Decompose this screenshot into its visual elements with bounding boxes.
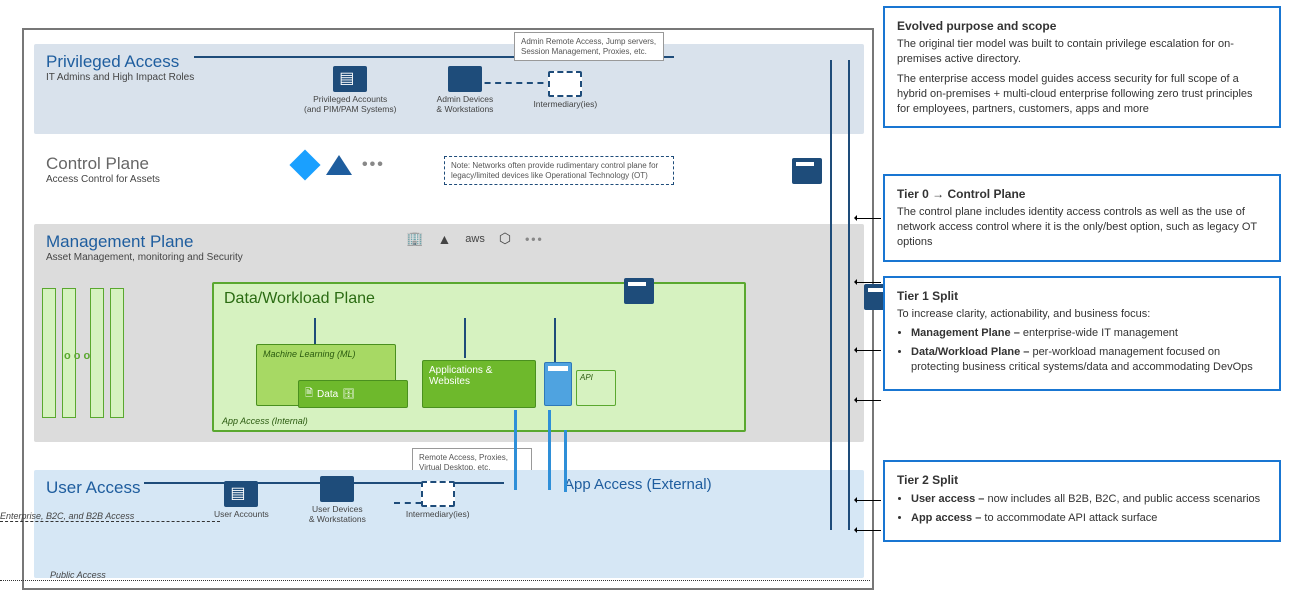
database-icon: 🗄 bbox=[342, 389, 355, 400]
public-access-line bbox=[0, 580, 870, 581]
app-window-icon bbox=[544, 362, 572, 406]
monitor-icon bbox=[448, 66, 482, 92]
enterprise-access-label: Enterprise, B2C, and B2B Access bbox=[0, 511, 134, 521]
interface-box-workload bbox=[624, 278, 654, 304]
window-icon bbox=[548, 71, 582, 97]
workload-title: Data/Workload Plane bbox=[224, 290, 734, 308]
account-card-icon bbox=[224, 481, 258, 507]
enterprise-access-line bbox=[0, 521, 220, 522]
management-provider-icons: 🏢 ▲ aws ⬡ ••• bbox=[406, 230, 544, 247]
building-icon: 🏢 bbox=[406, 230, 423, 247]
account-card-icon bbox=[333, 66, 367, 92]
data-workload-plane: Data/Workload Plane Machine Learning (ML… bbox=[212, 282, 746, 432]
list-item: User access – now includes all B2B, B2C,… bbox=[911, 492, 1267, 507]
annotation-arrow bbox=[857, 282, 881, 283]
file-icon: 🗎 bbox=[305, 386, 313, 403]
user-accounts-icon: User Accounts bbox=[214, 481, 269, 520]
list-item: App access – to accommodate API attack s… bbox=[911, 511, 1267, 526]
annotation-tier0: Tier 0 → Control Plane The control plane… bbox=[883, 174, 1281, 262]
control-note: Note: Networks often provide rudimentary… bbox=[444, 156, 674, 185]
user-devices-icon: User Devices & Workstations bbox=[309, 476, 366, 525]
control-plane-icons: ••• bbox=[294, 154, 385, 176]
annotation-tier2: Tier 2 Split User access – now includes … bbox=[883, 460, 1281, 542]
polygon-icon: ⬡ bbox=[499, 230, 511, 247]
monitor-icon bbox=[320, 476, 354, 502]
window-icon bbox=[421, 481, 455, 507]
api-box: API bbox=[576, 370, 616, 406]
azure-icon: ▲ bbox=[437, 231, 451, 247]
list-item: Management Plane – enterprise-wide IT ma… bbox=[911, 326, 1267, 341]
diamond-icon bbox=[289, 149, 320, 180]
more-icon: ••• bbox=[525, 232, 544, 246]
annotation-arrow bbox=[857, 218, 881, 219]
user-access-plane: User Access User Accounts User Devices &… bbox=[34, 470, 864, 578]
public-access-label: Public Access bbox=[50, 570, 106, 580]
privileged-access-plane: Privileged Access IT Admins and High Imp… bbox=[34, 44, 864, 134]
admin-devices-icon: Admin Devices & Workstations bbox=[436, 66, 493, 115]
annotation-arrow bbox=[857, 500, 881, 501]
data-box: 🗎 Data 🗄 bbox=[298, 380, 408, 408]
user-intermediary-icon: Intermediary(ies) bbox=[406, 481, 470, 520]
applications-box: Applications & Websites bbox=[422, 360, 536, 408]
aws-icon: aws bbox=[465, 233, 485, 245]
annotation-arrow bbox=[857, 400, 881, 401]
more-workloads-icon: ooo bbox=[64, 350, 93, 362]
annotation-tier1: Tier 1 Split To increase clarity, action… bbox=[883, 276, 1281, 391]
annotation-arrow bbox=[857, 350, 881, 351]
intermediary-icon: Intermediary(ies) bbox=[533, 71, 597, 110]
management-plane: Management Plane Asset Management, monit… bbox=[34, 224, 864, 442]
list-item: Data/Workload Plane – per-workload manag… bbox=[911, 345, 1267, 375]
privileged-callout: Admin Remote Access, Jump servers, Sessi… bbox=[514, 32, 664, 61]
enterprise-access-diagram: Privileged Access IT Admins and High Imp… bbox=[22, 28, 874, 590]
pyramid-icon bbox=[326, 155, 352, 175]
app-access-external-label: App Access (External) bbox=[564, 476, 712, 493]
more-icon: ••• bbox=[362, 156, 385, 174]
mgmt-subtitle: Asset Management, monitoring and Securit… bbox=[46, 252, 852, 263]
app-access-internal-label: App Access (Internal) bbox=[222, 416, 308, 426]
annotation-evolved-scope: Evolved purpose and scope The original t… bbox=[883, 6, 1281, 128]
interface-box-control bbox=[792, 158, 822, 184]
annotation-arrow bbox=[857, 530, 881, 531]
privileged-accounts-icon: Privileged Accounts (and PIM/PAM Systems… bbox=[304, 66, 396, 115]
